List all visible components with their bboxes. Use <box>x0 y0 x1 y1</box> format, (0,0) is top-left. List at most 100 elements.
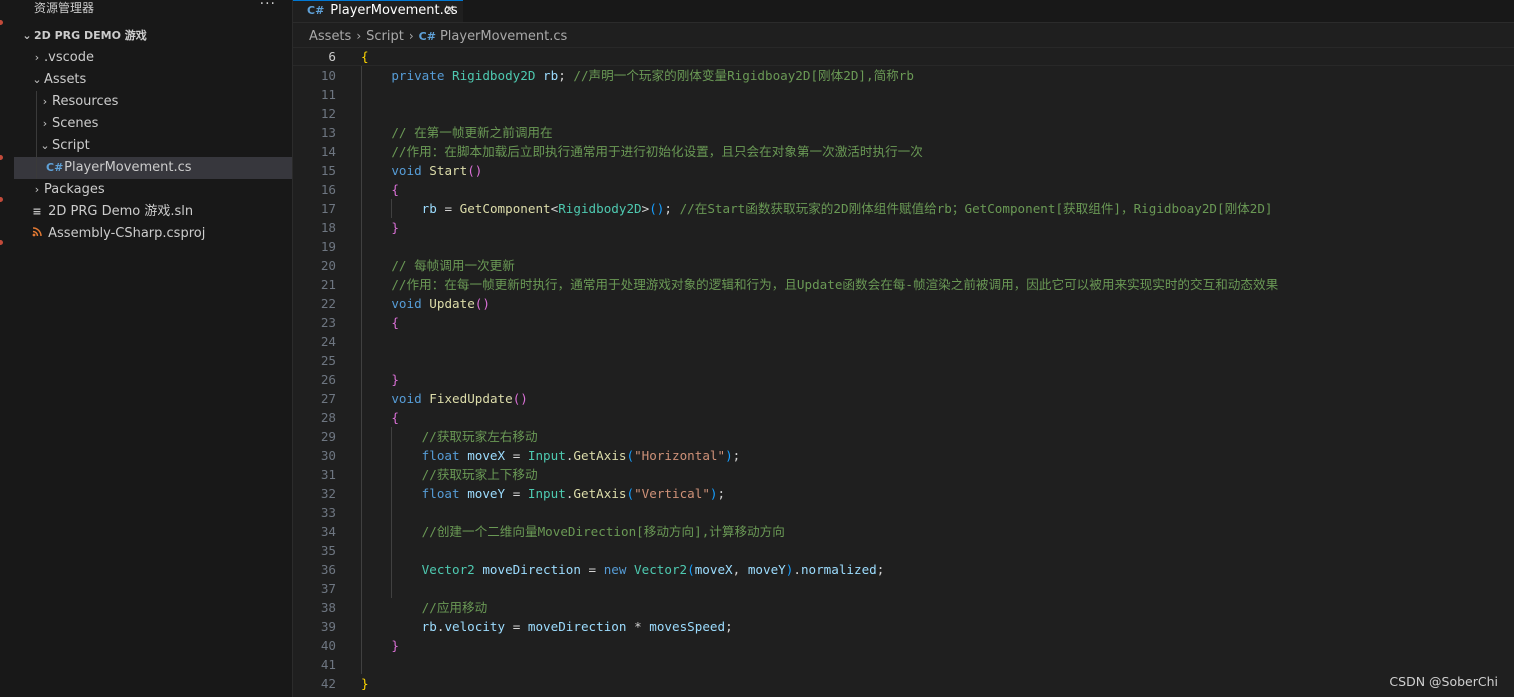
breadcrumb-item-script[interactable]: Script <box>366 29 404 44</box>
line-number: 32 <box>320 486 336 501</box>
tree-item-sln[interactable]: ≡ 2D PRG Demo 游戏.sln <box>14 201 292 223</box>
code-text: //应用移动 <box>421 600 488 615</box>
tree-item-scenes[interactable]: › Scenes <box>14 113 292 135</box>
code-line[interactable]: 37 <box>293 579 1514 598</box>
rss-icon <box>30 223 44 245</box>
tree-item-label: Scenes <box>52 116 99 131</box>
code-text: rb.velocity = moveDirection * movesSpeed… <box>421 619 733 634</box>
line-number: 10 <box>320 68 336 83</box>
code-text: } <box>391 220 399 235</box>
code-line[interactable]: 15 void Start() <box>293 161 1514 180</box>
code-line[interactable]: 25 <box>293 351 1514 370</box>
code-line[interactable]: 27 void FixedUpdate() <box>293 389 1514 408</box>
code-line[interactable]: 11 <box>293 85 1514 104</box>
code-line[interactable]: 33 <box>293 503 1514 522</box>
breadcrumb-item-file[interactable]: PlayerMovement.cs <box>440 29 567 44</box>
activity-marker <box>0 20 3 25</box>
tree-item-label: PlayerMovement.cs <box>64 160 192 175</box>
line-number: 20 <box>320 258 336 273</box>
code-line[interactable]: 28 { <box>293 408 1514 427</box>
watermark: CSDN @SoberChi <box>1389 674 1498 689</box>
code-line[interactable]: 12 <box>293 104 1514 123</box>
code-text: //获取玩家上下移动 <box>421 467 538 482</box>
tree-item-vscode[interactable]: › .vscode <box>14 47 292 69</box>
tree-item-label: Packages <box>44 182 105 197</box>
code-line[interactable]: 36 Vector2 moveDirection = new Vector2(m… <box>293 560 1514 579</box>
code-line[interactable]: 26 } <box>293 370 1514 389</box>
activity-marker <box>0 197 3 202</box>
code-line[interactable]: 34 //创建一个二维向量MoveDirection[移动方向],计算移动方向 <box>293 522 1514 541</box>
code-line[interactable]: 16 { <box>293 180 1514 199</box>
line-number: 19 <box>320 239 336 254</box>
code-line[interactable]: 24 <box>293 332 1514 351</box>
code-line[interactable]: 41 <box>293 655 1514 674</box>
tree-item-resources[interactable]: › Resources <box>14 91 292 113</box>
tab-playermovement[interactable]: C# PlayerMovement.cs ✕ <box>293 0 463 22</box>
breadcrumb-item-assets[interactable]: Assets <box>309 29 351 44</box>
tab-label: PlayerMovement.cs <box>330 3 458 18</box>
code-text: void FixedUpdate() <box>391 391 528 406</box>
file-tree: ⌄ 2D PRG DEMO 游戏 › .vscode ⌄ Assets › Resour… <box>14 25 292 245</box>
line-number: 37 <box>320 581 336 596</box>
explorer-title: 资源管理器 <box>34 1 95 15</box>
code-line[interactable]: 40 } <box>293 636 1514 655</box>
code-line[interactable]: 23 { <box>293 313 1514 332</box>
code-line[interactable]: 14 //作用：在脚本加载后立即执行通常用于进行初始化设置，且只会在对象第一次激… <box>293 142 1514 161</box>
code-text: { <box>391 315 399 330</box>
code-text: // 在第一帧更新之前调用在 <box>391 125 553 140</box>
close-icon[interactable]: ✕ <box>444 1 455 21</box>
code-line[interactable]: 30 float moveX = Input.GetAxis("Horizont… <box>293 446 1514 465</box>
line-number: 31 <box>320 467 336 482</box>
code-text: rb = GetComponent<Rigidbody2D>(); //在Sta… <box>421 201 1273 216</box>
code-line[interactable]: 17 rb = GetComponent<Rigidbody2D>(); //在… <box>293 199 1514 218</box>
tree-item-csproj[interactable]: Assembly-CSharp.csproj <box>14 223 292 245</box>
code-line[interactable]: 31 //获取玩家上下移动 <box>293 465 1514 484</box>
csharp-file-icon: C# <box>307 4 325 17</box>
more-actions-icon[interactable]: ··· <box>260 0 276 12</box>
chevron-down-icon: ⌄ <box>40 139 50 152</box>
activity-marker <box>0 155 3 160</box>
code-text: { <box>391 410 399 425</box>
code-line[interactable]: 42} <box>293 674 1514 693</box>
code-text: //作用：在每一帧更新时执行，通常用于处理游戏对象的逻辑和行为，且Update函… <box>391 277 1279 292</box>
line-number: 22 <box>320 296 336 311</box>
chevron-right-icon: › <box>42 117 48 130</box>
code-text: private Rigidbody2D rb; //声明一个玩家的刚体变量Rig… <box>391 68 914 83</box>
code-line[interactable]: 20 // 每帧调用一次更新 <box>293 256 1514 275</box>
code-line[interactable]: 18 } <box>293 218 1514 237</box>
line-number: 25 <box>320 353 336 368</box>
line-number: 23 <box>320 315 336 330</box>
code-line[interactable]: 22 void Update() <box>293 294 1514 313</box>
tree-item-packages[interactable]: › Packages <box>14 179 292 201</box>
tree-item-playermovement[interactable]: C# PlayerMovement.cs <box>14 157 292 179</box>
line-number: 11 <box>320 87 336 102</box>
csharp-file-icon: C# <box>46 161 64 174</box>
code-line[interactable]: 19 <box>293 237 1514 256</box>
indent-guide <box>36 135 37 157</box>
tree-item-label: Script <box>52 138 90 153</box>
code-line[interactable]: 13 // 在第一帧更新之前调用在 <box>293 123 1514 142</box>
line-number: 12 <box>320 106 336 121</box>
code-text: Vector2 moveDirection = new Vector2(move… <box>421 562 885 577</box>
code-line[interactable]: 39 rb.velocity = moveDirection * movesSp… <box>293 617 1514 636</box>
line-number: 29 <box>320 429 336 444</box>
tree-item-label: Resources <box>52 94 119 109</box>
line-number: 38 <box>320 600 336 615</box>
code-text: } <box>391 372 399 387</box>
line-number: 14 <box>320 144 336 159</box>
tree-item-script[interactable]: ⌄ Script <box>14 135 292 157</box>
tree-item-label: .vscode <box>44 50 94 65</box>
code-editor[interactable]: 6{10 private Rigidbody2D rb; //声明一个玩家的刚体… <box>293 47 1514 693</box>
code-text: } <box>361 676 369 691</box>
code-line[interactable]: 6{ <box>293 47 1514 66</box>
code-line[interactable]: 29 //获取玩家左右移动 <box>293 427 1514 446</box>
code-line[interactable]: 38 //应用移动 <box>293 598 1514 617</box>
tree-item-assets[interactable]: ⌄ Assets <box>14 69 292 91</box>
code-line[interactable]: 21 //作用：在每一帧更新时执行，通常用于处理游戏对象的逻辑和行为，且Upda… <box>293 275 1514 294</box>
code-line[interactable]: 10 private Rigidbody2D rb; //声明一个玩家的刚体变量… <box>293 66 1514 85</box>
code-text: //获取玩家左右移动 <box>421 429 538 444</box>
code-line[interactable]: 35 <box>293 541 1514 560</box>
code-line[interactable]: 32 float moveY = Input.GetAxis("Vertical… <box>293 484 1514 503</box>
line-number: 27 <box>320 391 336 406</box>
project-root[interactable]: ⌄ 2D PRG DEMO 游戏 <box>14 25 292 47</box>
